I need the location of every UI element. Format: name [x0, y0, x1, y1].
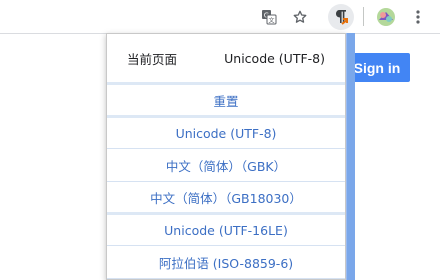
- divider: [107, 278, 345, 279]
- popup-scrollbar[interactable]: [346, 33, 355, 280]
- kebab-menu-icon[interactable]: [405, 4, 431, 30]
- translate-icon[interactable]: G 文: [256, 4, 282, 30]
- encoding-option[interactable]: Unicode (UTF-16LE): [107, 215, 345, 245]
- encoding-popup: 当前页面 Unicode (UTF-8) 重置 Unicode (UTF-8) …: [106, 33, 346, 280]
- profile-avatar[interactable]: [373, 4, 399, 30]
- current-encoding-value: Unicode (UTF-8): [224, 50, 325, 66]
- encoding-option[interactable]: 阿拉伯语 (ISO-8859-6): [107, 246, 345, 278]
- svg-text:文: 文: [268, 17, 274, 25]
- encoding-option[interactable]: Unicode (UTF-8): [107, 118, 345, 148]
- pilcrow-icon[interactable]: [328, 4, 354, 30]
- current-page-label: 当前页面: [127, 51, 178, 67]
- encoding-option[interactable]: 中文（简体）（GBK）: [107, 149, 345, 181]
- current-encoding-row: 当前页面 Unicode (UTF-8): [107, 34, 345, 82]
- encoding-option[interactable]: 中文（简体）（GB18030）: [107, 182, 345, 212]
- reset-button[interactable]: 重置: [107, 85, 345, 115]
- star-icon[interactable]: [287, 4, 313, 30]
- browser-toolbar: G 文: [0, 0, 440, 34]
- toolbar-divider: [363, 7, 364, 26]
